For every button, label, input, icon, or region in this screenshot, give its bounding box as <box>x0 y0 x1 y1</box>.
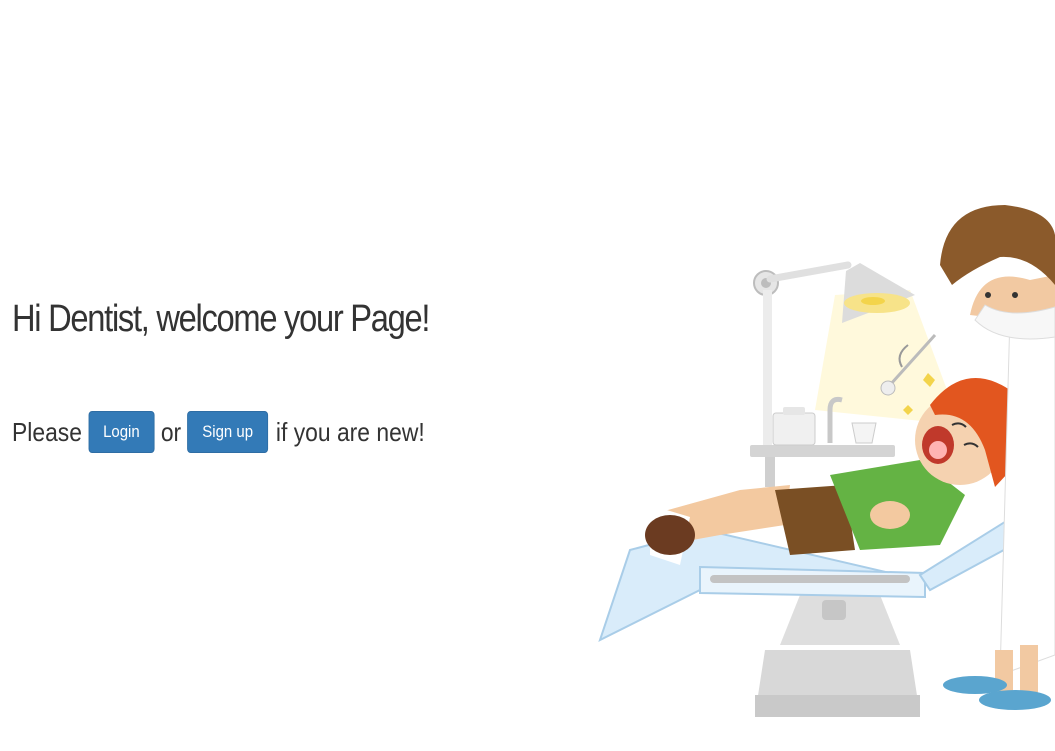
dentist-illustration <box>598 205 1055 717</box>
welcome-heading: Hi Dentist, welcome your Page! <box>12 298 430 340</box>
prompt-suffix: if you are new! <box>275 416 425 447</box>
login-button[interactable]: Login <box>88 411 155 453</box>
auth-prompt: Please Login or Sign up if you are new! <box>12 411 425 453</box>
prompt-or: or <box>160 416 182 447</box>
chair-base <box>755 595 920 717</box>
prompt-prefix: Please <box>12 416 82 447</box>
signup-button[interactable]: Sign up <box>187 411 268 453</box>
